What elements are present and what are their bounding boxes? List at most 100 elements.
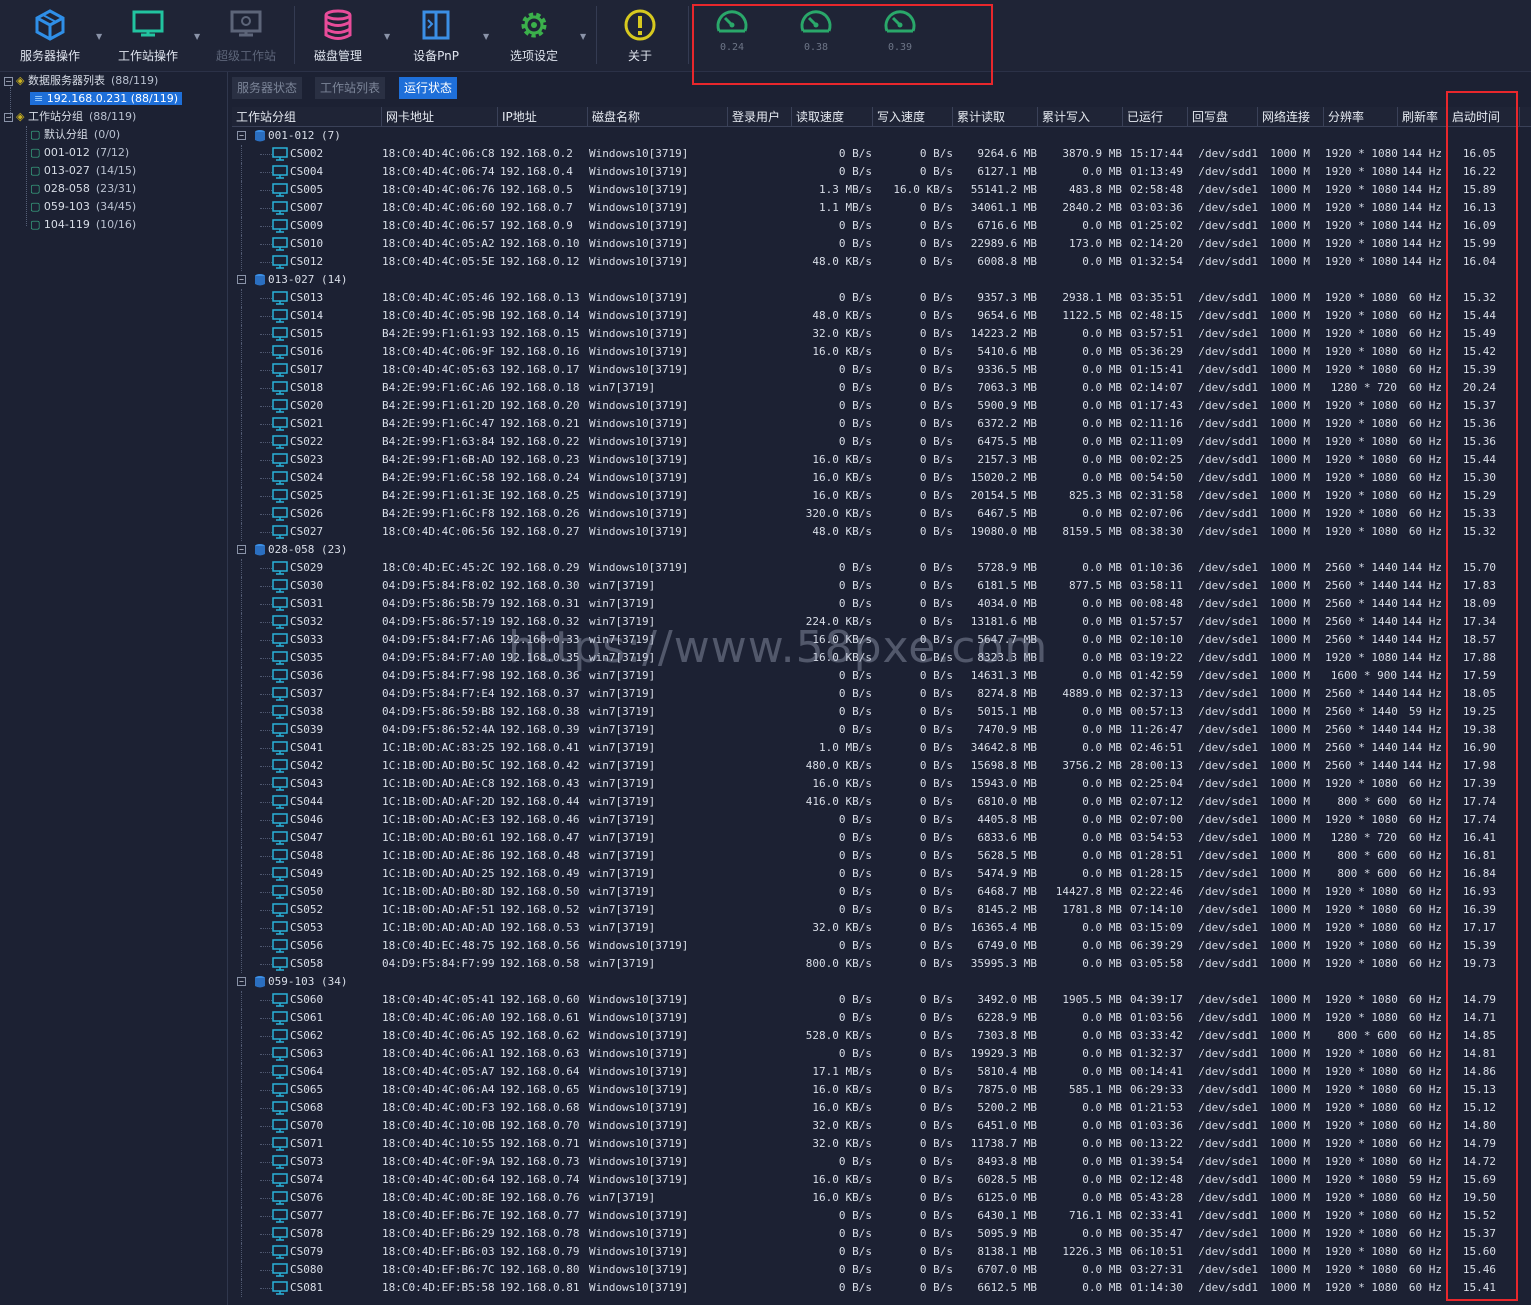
tab-server-status[interactable]: 服务器状态 (232, 77, 303, 99)
table-row[interactable]: CS017 18:C0:4D:4C:05:63 192.168.0.17 Window… (232, 361, 1531, 379)
table-row[interactable]: CS073 18:C0:4D:4C:0F:9A 192.168.0.73 Window… (232, 1153, 1531, 1171)
collapse-icon[interactable]: − (237, 977, 246, 986)
table-row[interactable]: CS068 18:C0:4D:4C:0D:F3 192.168.0.68 Window… (232, 1099, 1531, 1117)
tree-group-item[interactable]: ▢ 默认分组 (0/0) (30, 126, 120, 143)
table-row[interactable]: CS039 04:D9:F5:86:52:4A 192.168.0.39 win7[3… (232, 721, 1531, 739)
table-row[interactable]: CS038 04:D9:F5:86:59:B8 192.168.0.38 win7[3… (232, 703, 1531, 721)
column-header[interactable]: 写入速度 (873, 107, 953, 127)
column-header[interactable]: 累计写入 (1038, 107, 1123, 127)
table-row[interactable]: CS047 1C:1B:0D:AD:B0:61 192.168.0.47 win7[3… (232, 829, 1531, 847)
workstation-ops-dropdown-icon[interactable]: ▼ (194, 32, 200, 41)
table-row[interactable]: CS007 18:C0:4D:4C:06:60 192.168.0.7 Windows… (232, 199, 1531, 217)
column-header[interactable]: 刷新率 (1398, 107, 1448, 127)
tree-group-item[interactable]: ▢ 028-058 (23/31) (30, 180, 136, 197)
table-row[interactable]: CS015 B4:2E:99:F1:61:93 192.168.0.15 Window… (232, 325, 1531, 343)
collapse-icon[interactable]: − (4, 76, 13, 86)
table-row[interactable]: CS004 18:C0:4D:4C:06:74 192.168.0.4 Windows… (232, 163, 1531, 181)
table-row[interactable]: CS029 18:C0:4D:EC:45:2C 192.168.0.29 Window… (232, 559, 1531, 577)
server-ops-dropdown-icon[interactable]: ▼ (96, 32, 102, 41)
table-row[interactable]: CS035 04:D9:F5:84:F7:A0 192.168.0.35 win7[3… (232, 649, 1531, 667)
device-pnp-dropdown-icon[interactable]: ▼ (483, 32, 489, 41)
table-row[interactable]: CS027 18:C0:4D:4C:06:56 192.168.0.27 Window… (232, 523, 1531, 541)
column-header[interactable]: 工作站分组 (232, 107, 382, 127)
column-header[interactable]: 累计读取 (953, 107, 1038, 127)
disk-management-button[interactable]: 磁盘管理 (298, 6, 378, 68)
table-row[interactable]: CS079 18:C0:4D:EF:B6:03 192.168.0.79 Window… (232, 1243, 1531, 1261)
table-row[interactable]: CS056 18:C0:4D:EC:48:75 192.168.0.56 Window… (232, 937, 1531, 955)
table-row[interactable]: CS037 04:D9:F5:84:F7:E4 192.168.0.37 win7[3… (232, 685, 1531, 703)
table-row[interactable]: CS036 04:D9:F5:84:F7:98 192.168.0.36 win7[3… (232, 667, 1531, 685)
table-row[interactable]: CS020 B4:2E:99:F1:61:2D 192.168.0.20 Window… (232, 397, 1531, 415)
server-ops-button[interactable]: 服务器操作 (10, 6, 90, 68)
group-row[interactable]: − 028-058 (23) (232, 541, 1531, 559)
table-row[interactable]: CS048 1C:1B:0D:AD:AE:86 192.168.0.48 win7[3… (232, 847, 1531, 865)
column-header[interactable]: 登录用户 (728, 107, 792, 127)
table-row[interactable]: CS046 1C:1B:0D:AD:AC:E3 192.168.0.46 win7[3… (232, 811, 1531, 829)
device-pnp-button[interactable]: 设备PnP (396, 6, 476, 68)
table-row[interactable]: CS024 B4:2E:99:F1:6C:58 192.168.0.24 Window… (232, 469, 1531, 487)
table-row[interactable]: CS033 04:D9:F5:84:F7:A6 192.168.0.33 win7[3… (232, 631, 1531, 649)
disk-management-dropdown-icon[interactable]: ▼ (384, 32, 390, 41)
tree-group-root[interactable]: − ◈ 工作站分组 (88/119) (4, 108, 136, 125)
column-header[interactable]: 启动时间 (1448, 107, 1520, 127)
table-row[interactable]: CS030 04:D9:F5:84:F8:02 192.168.0.30 win7[3… (232, 577, 1531, 595)
table-row[interactable]: CS026 B4:2E:99:F1:6C:F8 192.168.0.26 Window… (232, 505, 1531, 523)
table-row[interactable]: CS061 18:C0:4D:4C:06:A0 192.168.0.61 Window… (232, 1009, 1531, 1027)
tab-workstation-list[interactable]: 工作站列表 (315, 77, 386, 99)
collapse-icon[interactable]: − (4, 112, 13, 122)
table-row[interactable]: CS009 18:C0:4D:4C:06:57 192.168.0.9 Windows… (232, 217, 1531, 235)
table-row[interactable]: CS021 B4:2E:99:F1:6C:47 192.168.0.21 Window… (232, 415, 1531, 433)
column-header[interactable]: IP地址 (498, 107, 588, 127)
group-row[interactable]: − 001-012 (7) (232, 127, 1531, 145)
table-row[interactable]: CS071 18:C0:4D:4C:10:55 192.168.0.71 Window… (232, 1135, 1531, 1153)
table-row[interactable]: CS002 18:C0:4D:4C:06:C8 192.168.0.2 Windows… (232, 145, 1531, 163)
column-header[interactable]: 磁盘名称 (588, 107, 728, 127)
table-row[interactable]: CS043 1C:1B:0D:AD:AE:C8 192.168.0.43 win7[3… (232, 775, 1531, 793)
table-row[interactable]: CS012 18:C0:4D:4C:05:5E 192.168.0.12 Window… (232, 253, 1531, 271)
table-row[interactable]: CS058 04:D9:F5:84:F7:99 192.168.0.58 win7[3… (232, 955, 1531, 973)
table-row[interactable]: CS070 18:C0:4D:4C:10:0B 192.168.0.70 Window… (232, 1117, 1531, 1135)
column-header[interactable]: 回写盘 (1188, 107, 1258, 127)
tree-group-item[interactable]: ▢ 001-012 (7/12) (30, 144, 129, 161)
table-row[interactable]: CS022 B4:2E:99:F1:63:84 192.168.0.22 Window… (232, 433, 1531, 451)
table-row[interactable]: CS077 18:C0:4D:EF:B6:7E 192.168.0.77 Window… (232, 1207, 1531, 1225)
column-header[interactable]: 已运行 (1123, 107, 1188, 127)
table-row[interactable]: CS049 1C:1B:0D:AD:AD:25 192.168.0.49 win7[3… (232, 865, 1531, 883)
column-header[interactable]: 读取速度 (792, 107, 873, 127)
table-row[interactable]: CS074 18:C0:4D:4C:0D:64 192.168.0.74 Window… (232, 1171, 1531, 1189)
options-button[interactable]: 选项设定 (494, 6, 574, 68)
table-row[interactable]: CS018 B4:2E:99:F1:6C:A6 192.168.0.18 win7[3… (232, 379, 1531, 397)
super-workstation-button[interactable]: 超级工作站 (206, 6, 286, 68)
table-row[interactable]: CS064 18:C0:4D:4C:05:A7 192.168.0.64 Window… (232, 1063, 1531, 1081)
table-row[interactable]: CS050 1C:1B:0D:AD:B0:8D 192.168.0.50 win7[3… (232, 883, 1531, 901)
collapse-icon[interactable]: − (237, 545, 246, 554)
table-row[interactable]: CS016 18:C0:4D:4C:06:9F 192.168.0.16 Window… (232, 343, 1531, 361)
table-row[interactable]: CS032 04:D9:F5:86:57:19 192.168.0.32 win7[3… (232, 613, 1531, 631)
table-row[interactable]: CS080 18:C0:4D:EF:B6:7C 192.168.0.80 Window… (232, 1261, 1531, 1279)
table-row[interactable]: CS031 04:D9:F5:86:5B:79 192.168.0.31 win7[3… (232, 595, 1531, 613)
workstation-ops-button[interactable]: 工作站操作 (108, 6, 188, 68)
table-row[interactable]: CS053 1C:1B:0D:AD:AD:AD 192.168.0.53 win7[3… (232, 919, 1531, 937)
tree-server-node[interactable]: ≡ 192.168.0.231 (88/119) (30, 90, 182, 107)
tree-server-root[interactable]: − ◈ 数据服务器列表 (88/119) (4, 72, 158, 89)
table-row[interactable]: CS063 18:C0:4D:4C:06:A1 192.168.0.63 Window… (232, 1045, 1531, 1063)
tree-group-item[interactable]: ▢ 013-027 (14/15) (30, 162, 136, 179)
table-row[interactable]: CS010 18:C0:4D:4C:05:A2 192.168.0.10 Window… (232, 235, 1531, 253)
table-row[interactable]: CS060 18:C0:4D:4C:05:41 192.168.0.60 Window… (232, 991, 1531, 1009)
collapse-icon[interactable]: − (237, 275, 246, 284)
group-row[interactable]: − 013-027 (14) (232, 271, 1531, 289)
tab-run-status[interactable]: 运行状态 (399, 77, 458, 99)
table-row[interactable]: CS044 1C:1B:0D:AD:AF:2D 192.168.0.44 win7[3… (232, 793, 1531, 811)
table-row[interactable]: CS023 B4:2E:99:F1:6B:AD 192.168.0.23 Window… (232, 451, 1531, 469)
about-button[interactable]: 关于 (600, 6, 680, 68)
table-row[interactable]: CS013 18:C0:4D:4C:05:46 192.168.0.13 Window… (232, 289, 1531, 307)
group-row[interactable]: − 059-103 (34) (232, 973, 1531, 991)
table-row[interactable]: CS042 1C:1B:0D:AD:B0:5C 192.168.0.42 win7[3… (232, 757, 1531, 775)
table-row[interactable]: CS041 1C:1B:0D:AC:83:25 192.168.0.41 win7[3… (232, 739, 1531, 757)
table-row[interactable]: CS076 18:C0:4D:4C:0D:8E 192.168.0.76 win7[3… (232, 1189, 1531, 1207)
column-header[interactable]: 分辨率 (1324, 107, 1398, 127)
collapse-icon[interactable]: − (237, 131, 246, 140)
options-dropdown-icon[interactable]: ▼ (580, 32, 586, 41)
table-row[interactable]: CS005 18:C0:4D:4C:06:76 192.168.0.5 Windows… (232, 181, 1531, 199)
table-row[interactable]: CS025 B4:2E:99:F1:61:3E 192.168.0.25 Window… (232, 487, 1531, 505)
